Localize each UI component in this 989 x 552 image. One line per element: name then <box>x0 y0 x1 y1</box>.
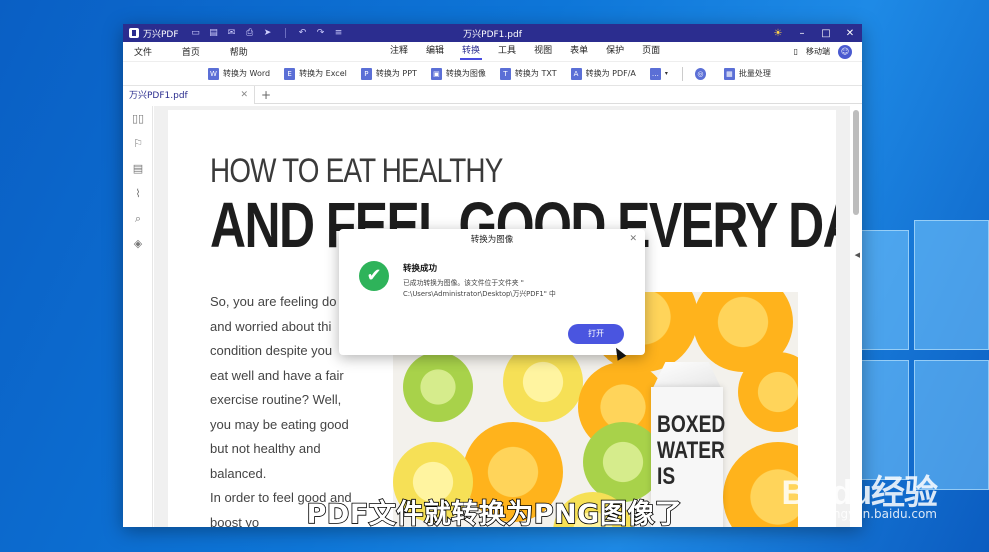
document-tab[interactable]: 万兴PDF1.pdf ✕ <box>123 85 255 104</box>
tab-view[interactable]: 视图 <box>532 43 554 60</box>
undo-icon[interactable]: ↶ <box>298 28 308 38</box>
close-tab-icon[interactable]: ✕ <box>240 90 248 100</box>
convert-to-word-button[interactable]: W 转换为 Word <box>208 67 270 80</box>
tab-protect[interactable]: 保护 <box>604 43 626 60</box>
app-name: 万兴PDF <box>143 29 179 40</box>
mobile-label[interactable]: 移动端 <box>806 46 830 57</box>
page-heading-1: HOW TO EAT HEALTHY <box>210 152 503 190</box>
tab-edit[interactable]: 编辑 <box>424 43 446 60</box>
open-button[interactable]: 打开 <box>568 324 624 344</box>
menu-help[interactable]: 帮助 <box>230 48 248 58</box>
bookmark-icon[interactable]: ⚐ <box>123 131 153 156</box>
convert-to-excel-button[interactable]: E 转换为 Excel <box>284 67 347 80</box>
carton-text: BOXED WATER IS <box>657 411 726 490</box>
batch-icon: ▦ <box>723 67 735 80</box>
layers-icon[interactable]: ◈ <box>123 231 153 256</box>
excel-icon: E <box>284 67 296 80</box>
image-icon: ▣ <box>430 67 442 80</box>
document-tab-label: 万兴PDF1.pdf <box>129 91 188 101</box>
tab-tools[interactable]: 工具 <box>496 43 518 60</box>
more-icon: … <box>649 67 661 80</box>
tab-annotate[interactable]: 注释 <box>388 43 410 60</box>
new-tab-icon[interactable]: + <box>261 88 271 102</box>
convert-to-txt-button[interactable]: T 转换为 TXT <box>499 67 557 80</box>
mobile-icon[interactable]: ▯ <box>794 47 798 56</box>
avatar[interactable]: ☺ <box>838 44 852 59</box>
success-check-icon: ✔ <box>359 261 389 291</box>
search-icon[interactable]: ⌕ <box>123 206 153 231</box>
convert-to-ppt-button[interactable]: P 转换为 PPT <box>360 67 417 80</box>
right-panel-expand-icon[interactable]: ◀ <box>855 251 860 259</box>
batch-process-button[interactable]: ▦ 批量处理 <box>723 67 771 80</box>
title-bar: 万兴PDF ▭ ▤ ✉ ⎙ ➤ ↶ ↷ ≡ 万兴PDF1.pdf ☀ – □ ✕ <box>123 24 862 42</box>
menu-home[interactable]: 首页 <box>182 48 200 58</box>
dialog-heading: 转换成功 <box>403 264 438 274</box>
menu-file[interactable]: 文件 <box>134 48 152 58</box>
ocr-button[interactable]: ◎ <box>694 67 710 80</box>
folder-icon[interactable]: ▭ <box>191 28 201 38</box>
dialog-close-icon[interactable]: ✕ <box>629 234 637 244</box>
convert-to-image-button[interactable]: ▣ 转换为图像 <box>430 67 486 80</box>
convert-to-pdfa-button[interactable]: A 转换为 PDF/A <box>570 67 636 80</box>
tab-convert[interactable]: 转换 <box>460 43 483 60</box>
comment-icon[interactable]: ▤ <box>123 156 153 181</box>
tab-form[interactable]: 表单 <box>568 43 590 60</box>
document-tabs: 万兴PDF1.pdf ✕ + <box>123 85 862 104</box>
close-button[interactable]: ✕ <box>838 28 862 39</box>
pdfa-icon: A <box>570 67 582 80</box>
sun-icon[interactable]: ☀ <box>766 28 790 39</box>
maximize-button[interactable]: □ <box>814 28 838 39</box>
minimize-button[interactable]: – <box>790 28 814 39</box>
thumbnails-icon[interactable]: ▯▯ <box>123 106 153 131</box>
app-logo-icon <box>129 28 139 38</box>
attachment-icon[interactable]: ⌇ <box>123 181 153 206</box>
vertical-scrollbar[interactable] <box>853 110 859 215</box>
conversion-success-dialog: 转换为图像 ✕ ✔ 转换成功 已成功转换为图像。该文件位于文件夹 " C:\Us… <box>339 229 645 355</box>
print-icon[interactable]: ⎙ <box>245 28 255 38</box>
dialog-title: 转换为图像 <box>470 235 514 245</box>
dialog-message: 已成功转换为图像。该文件位于文件夹 " C:\Users\Administrat… <box>403 279 556 298</box>
convert-toolbar: W 转换为 Word E 转换为 Excel P 转换为 PPT ▣ 转换为图像 T 转换… <box>123 62 862 86</box>
save-icon[interactable]: ▤ <box>209 28 219 38</box>
ocr-icon: ◎ <box>694 67 706 80</box>
ppt-icon: P <box>360 67 372 80</box>
tab-page[interactable]: 页面 <box>640 43 662 60</box>
txt-icon: T <box>499 67 511 80</box>
more-formats-button[interactable]: … ▾ <box>649 67 668 80</box>
redo-icon[interactable]: ↷ <box>316 28 326 38</box>
dropdown-icon[interactable]: ≡ <box>334 28 344 38</box>
share-icon[interactable]: ➤ <box>263 28 273 38</box>
video-caption: PDF文件就转换为PNG图像了 <box>306 498 683 531</box>
word-icon: W <box>208 67 219 80</box>
menu-bar: 文件 首页 帮助 注释 编辑 转换 工具 视图 表单 保护 页面 ▯ 移动端 ☺ <box>123 42 862 62</box>
mail-icon[interactable]: ✉ <box>227 28 237 38</box>
left-sidebar: ▯▯ ⚐ ▤ ⌇ ⌕ ◈ <box>123 106 153 527</box>
